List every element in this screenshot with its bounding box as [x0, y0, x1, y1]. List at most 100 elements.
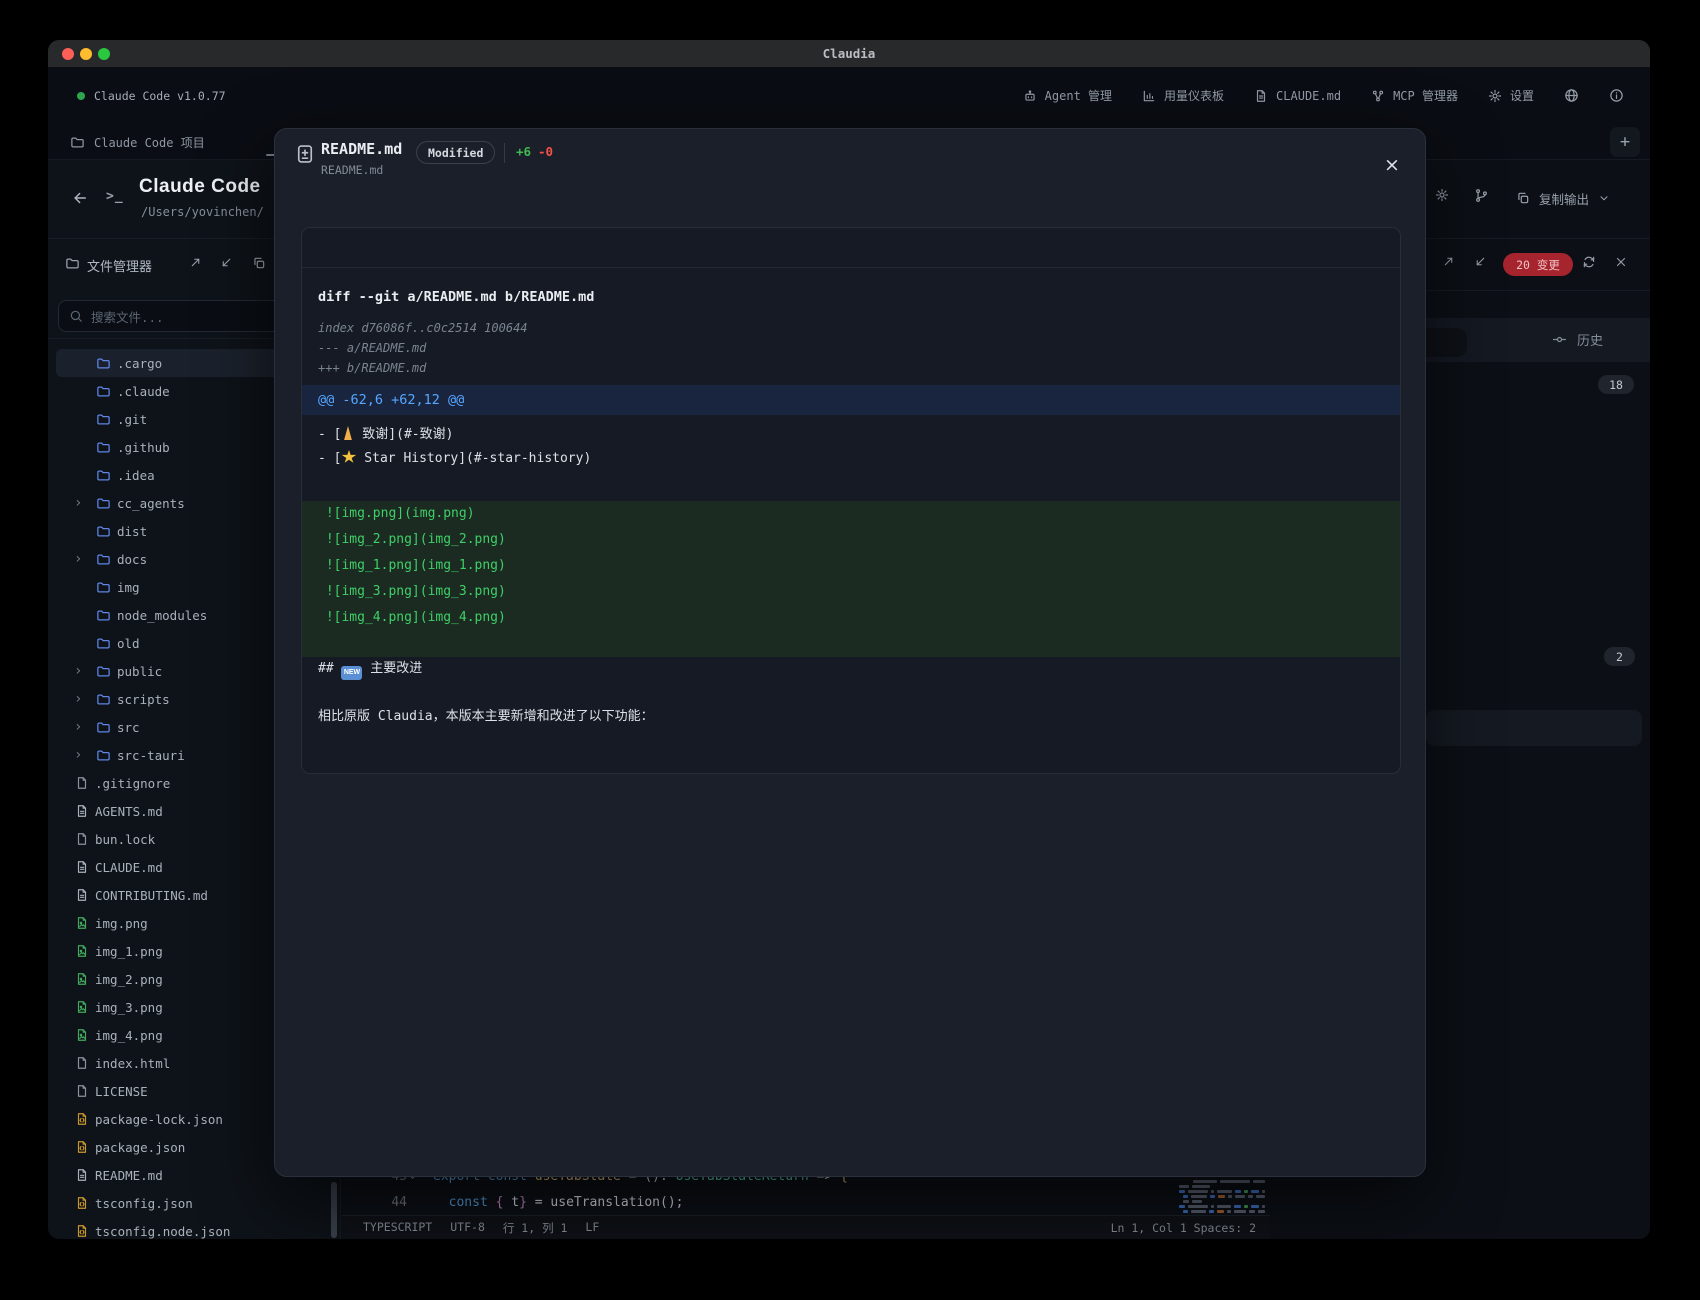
gear-icon[interactable]: [1435, 188, 1449, 202]
img-file-icon: [74, 944, 89, 959]
file-file-icon: [74, 1084, 89, 1099]
app-version-label: Claude Code v1.0.77: [94, 89, 226, 103]
diff-line: ![img.png](img.png): [302, 501, 1400, 527]
tree-item-label: node_modules: [117, 608, 207, 623]
app-brand: Claude Code v1.0.77: [77, 89, 226, 103]
diff-line: [302, 631, 1400, 657]
tree-item-label: src-tauri: [117, 748, 185, 763]
diff-line: --- a/README.md: [302, 338, 1400, 358]
json-file-icon: [74, 1112, 89, 1127]
diff-line: [302, 471, 1400, 495]
folder-icon: [96, 440, 111, 455]
app-header: Claude Code v1.0.77 Agent 管理 用量仪表板 CLAUDE.…: [48, 67, 1650, 124]
project-path: /Users/yovinchen/: [141, 205, 264, 219]
menu-item-filetext[interactable]: CLAUDE.md: [1254, 89, 1341, 103]
tree-item-label: img.png: [95, 916, 148, 931]
git-branch-icon[interactable]: [1474, 188, 1489, 203]
minimap-row: [1179, 1185, 1265, 1188]
minimap-row: [1179, 1190, 1265, 1193]
menu-item-info[interactable]: [1609, 88, 1624, 103]
menu-item-mcp[interactable]: MCP 管理器: [1371, 87, 1458, 104]
menu-item-chart[interactable]: 用量仪表板: [1142, 87, 1224, 104]
minimap[interactable]: [1179, 1180, 1265, 1220]
folder-icon: [96, 720, 111, 735]
add-tab-button[interactable]: +: [1610, 127, 1640, 157]
history-tab[interactable]: 历史: [1552, 330, 1603, 349]
json-file-icon: [74, 1196, 89, 1211]
menu-item-globe[interactable]: [1564, 88, 1579, 103]
back-arrow-button[interactable]: [70, 188, 90, 208]
copy-icon: [1516, 191, 1530, 205]
refresh-icon[interactable]: [1582, 255, 1596, 269]
project-title: Claude Code: [139, 176, 261, 198]
diff-line: ![img_1.png](img_1.png): [302, 553, 1400, 579]
tree-item-label: img_2.png: [95, 972, 163, 987]
tree-item-label: .cargo: [117, 356, 162, 371]
json-file-icon: [74, 1140, 89, 1155]
copy-output-button[interactable]: 复制输出: [1516, 180, 1610, 216]
folder-icon: [96, 636, 111, 651]
modal-title: README.md: [321, 140, 402, 158]
menu-item-gear[interactable]: 设置: [1488, 87, 1534, 104]
folder-icon: [96, 692, 111, 707]
bot-icon: [1023, 89, 1037, 103]
md-file-icon: [74, 860, 89, 875]
folder-icon: [96, 356, 111, 371]
tree-item-label: docs: [117, 552, 147, 567]
chevron-right-icon: ›: [74, 692, 96, 706]
tree-item-label: .github: [117, 440, 170, 455]
tree-item-label: .claude: [117, 384, 170, 399]
session-input-bar[interactable]: [1426, 710, 1642, 746]
diff-card: diff --git a/README.md b/README.mdindex …: [301, 227, 1401, 774]
diff-line: - [ Star History](#-star-history): [302, 447, 1400, 471]
modal-close-button[interactable]: ×: [1381, 154, 1403, 176]
collapse-icon[interactable]: [220, 256, 233, 269]
copy-icon[interactable]: [252, 256, 266, 270]
removed-count: -0: [538, 144, 553, 159]
tree-item-label: .gitignore: [95, 776, 170, 791]
chevron-right-icon: ›: [74, 720, 96, 734]
tree-item-tsconfig.node.json[interactable]: tsconfig.node.json: [56, 1217, 330, 1239]
chevron-right-icon: ›: [74, 552, 96, 566]
close-icon[interactable]: [1614, 255, 1628, 269]
folder-icon: [96, 524, 111, 539]
tree-item-label: public: [117, 664, 162, 679]
diff-line: ![img_3.png](img_3.png): [302, 579, 1400, 605]
img-file-icon: [74, 972, 89, 987]
added-count: +6: [516, 144, 531, 159]
tree-item-label: tsconfig.node.json: [95, 1224, 230, 1239]
file-file-icon: [74, 1056, 89, 1071]
diff-line: ![img_2.png](img_2.png): [302, 527, 1400, 553]
expand-icon[interactable]: [1442, 255, 1455, 268]
tree-item-label: .git: [117, 412, 147, 427]
tree-item-label: img_1.png: [95, 944, 163, 959]
tree-item-label: CLAUDE.md: [95, 860, 163, 875]
expand-icon[interactable]: [189, 256, 202, 269]
tab-claude-code-project[interactable]: Claude Code 项目: [60, 124, 215, 160]
tree-item-label: bun.lock: [95, 832, 155, 847]
status-segment: LF: [585, 1220, 599, 1236]
tree-item-tsconfig.json[interactable]: tsconfig.json: [56, 1189, 330, 1217]
tree-item-label: img_4.png: [95, 1028, 163, 1043]
tree-item-label: README.md: [95, 1168, 163, 1183]
changes-badge: 20 变更: [1503, 253, 1573, 276]
file-diff-icon: [293, 140, 317, 168]
window-title: Claudia: [48, 40, 1650, 67]
diff-line: diff --git a/README.md b/README.md: [302, 285, 1400, 309]
menu-item-label: 设置: [1510, 87, 1534, 104]
md-file-icon: [74, 804, 89, 819]
menu-item-bot[interactable]: Agent 管理: [1023, 87, 1112, 104]
file-file-icon: [74, 776, 89, 791]
code-line-44[interactable]: 44 const { t} = useTranslation();: [342, 1189, 1270, 1215]
folder-icon: [96, 664, 111, 679]
tree-item-label: AGENTS.md: [95, 804, 163, 819]
globe-icon: [1564, 88, 1579, 103]
modified-badge: Modified: [416, 141, 495, 164]
menu-item-label: 用量仪表板: [1164, 87, 1224, 104]
sidebar-scrollbar[interactable]: [331, 1182, 337, 1238]
img-file-icon: [74, 916, 89, 931]
tree-item-label: cc_agents: [117, 496, 185, 511]
collapse-icon[interactable]: [1474, 255, 1487, 268]
diff-added-block: ![img.png](img.png) ![img_2.png](img_2.p…: [302, 501, 1400, 657]
minimap-row: [1179, 1195, 1265, 1198]
